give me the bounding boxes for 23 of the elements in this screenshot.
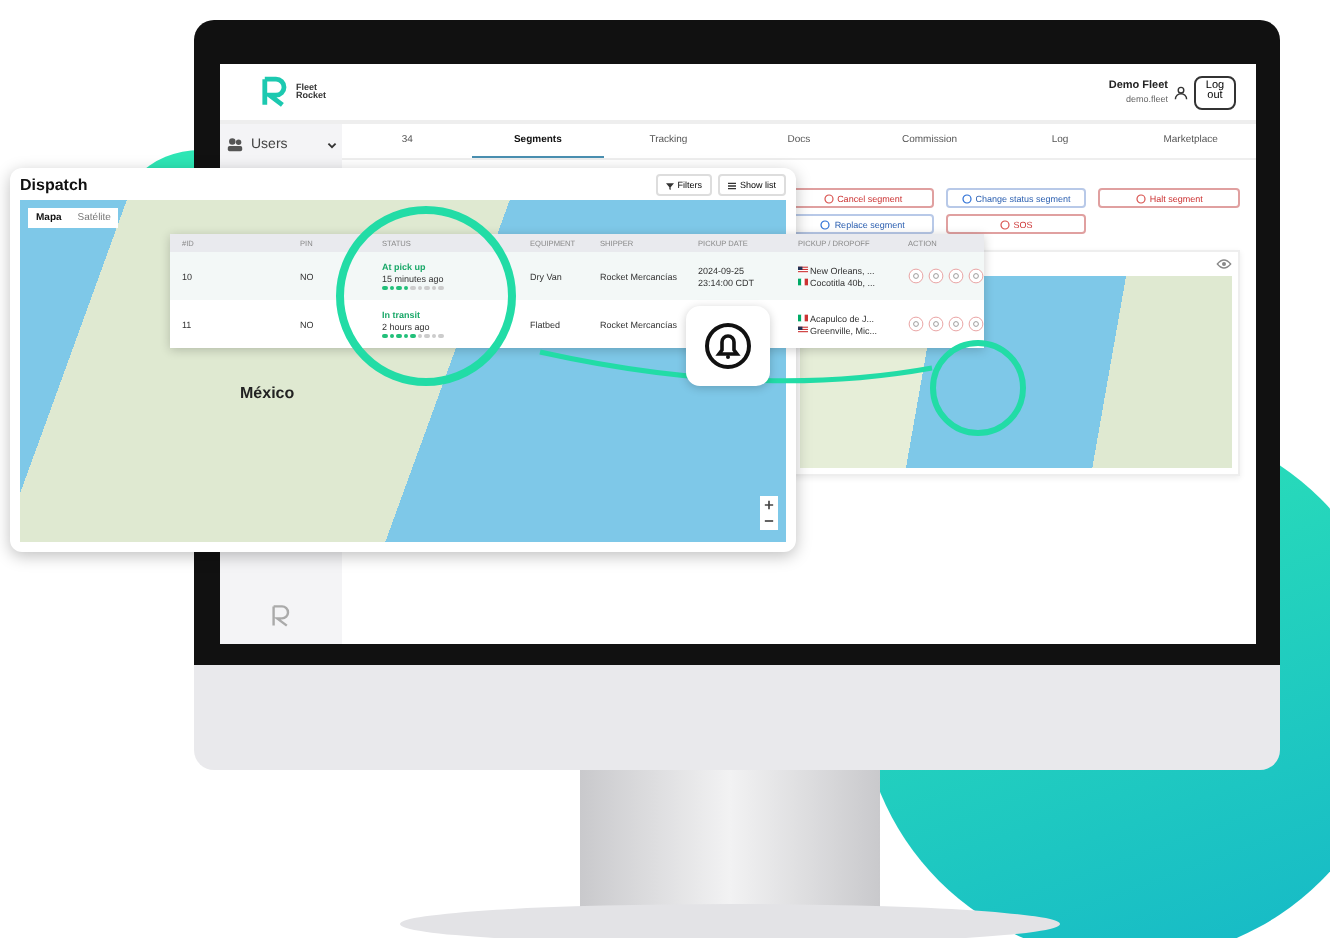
flag-icon bbox=[798, 326, 808, 334]
user-icon bbox=[1174, 85, 1188, 99]
action-icon bbox=[999, 219, 1010, 229]
flag-icon bbox=[798, 314, 808, 322]
list-icon bbox=[727, 181, 736, 189]
bell-icon bbox=[704, 322, 752, 370]
users-icon bbox=[225, 136, 243, 154]
action-icon bbox=[961, 193, 972, 203]
panel-title: Dispatch bbox=[20, 176, 88, 194]
filter-icon bbox=[665, 181, 674, 189]
flag-icon bbox=[798, 278, 808, 286]
zoom-in-icon[interactable] bbox=[764, 500, 774, 510]
magnifier-ring bbox=[930, 340, 1026, 436]
action-icon bbox=[1135, 193, 1146, 203]
zoom-out-icon[interactable] bbox=[764, 516, 774, 526]
notification-button[interactable] bbox=[686, 306, 770, 386]
map-label: México bbox=[240, 384, 295, 402]
logo-icon bbox=[260, 76, 292, 108]
logo-icon bbox=[269, 604, 293, 628]
eye-icon bbox=[1216, 258, 1232, 270]
flag-icon bbox=[798, 266, 808, 274]
action-icon bbox=[820, 219, 831, 229]
action-icon bbox=[823, 193, 834, 203]
